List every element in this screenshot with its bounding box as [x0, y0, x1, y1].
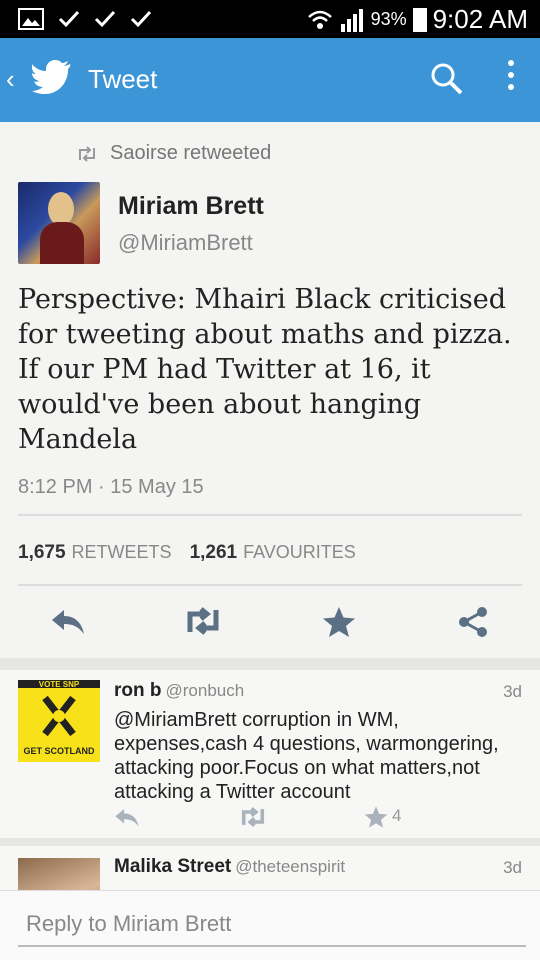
reply-time: 3d — [503, 682, 522, 701]
section-separator — [0, 838, 540, 846]
signal-icon — [340, 8, 363, 32]
reply-icon[interactable] — [50, 606, 86, 636]
divider — [18, 514, 522, 516]
check-icon — [130, 10, 152, 28]
tweet-actions — [0, 600, 540, 650]
tweet-stats: 1,675 RETWEETS 1,261 FAVOURITES — [18, 542, 356, 564]
author-avatar[interactable] — [18, 182, 100, 264]
avatar-banner-text: VOTE SNP — [18, 680, 100, 689]
favourite-star-icon[interactable] — [322, 606, 356, 638]
author-name[interactable]: Miriam Brett — [118, 192, 264, 221]
avatar-footer-text: GET SCOTLAND — [23, 746, 95, 756]
reply-time: 3d — [503, 858, 522, 877]
reply-text: @MiriamBrett corruption in WM, expenses,… — [114, 709, 499, 803]
tweet-timestamp: 8:12 PM · 15 May 15 — [18, 476, 204, 498]
check-icon — [94, 10, 116, 28]
retweets-stat[interactable]: 1,675 RETWEETS — [18, 542, 172, 564]
retweet-icon[interactable] — [238, 806, 268, 828]
back-chevron-icon[interactable]: ‹ — [6, 64, 15, 95]
retweeted-by-label: Saoirse retweeted — [110, 142, 272, 164]
author-handle[interactable]: @MiriamBrett — [118, 230, 253, 256]
retweet-icon — [79, 145, 95, 162]
reply-author-handle: @ronbuch — [165, 681, 245, 700]
favourites-stat[interactable]: 1,261 FAVOURITES — [190, 542, 356, 564]
retweets-label: RETWEETS — [71, 542, 172, 562]
reply-author-name: Malika Street — [114, 856, 232, 877]
retweet-context: Saoirse retweeted — [76, 142, 271, 165]
favourites-label: FAVOURITES — [243, 542, 356, 562]
retweets-count: 1,675 — [18, 542, 66, 563]
app-bar: ‹ Tweet — [0, 38, 540, 122]
retweet-icon[interactable] — [182, 606, 224, 636]
reply-avatar[interactable]: VOTE SNP GET SCOTLAND — [18, 680, 100, 762]
reply-item[interactable]: Malika Street @theteenspirit 3d — [0, 846, 540, 890]
page-title: Tweet — [88, 64, 158, 94]
tweet-text: Perspective: Mhairi Black criticised for… — [18, 284, 512, 455]
favourites-count: 1,261 — [189, 542, 238, 563]
check-icon — [58, 10, 80, 28]
tweet-detail: Saoirse retweeted Miriam Brett @MiriamBr… — [0, 122, 540, 960]
gallery-notification-icon — [18, 8, 44, 30]
clock: 9:02 AM — [432, 4, 528, 34]
reply-avatar[interactable] — [18, 858, 100, 890]
reply-input-underline — [18, 945, 526, 947]
snp-logo-icon — [42, 695, 76, 737]
reply-icon[interactable] — [114, 806, 140, 828]
status-bar: 93% 9:02 AM — [0, 0, 540, 38]
reply-author-handle: @theteenspirit — [235, 857, 346, 876]
share-icon[interactable] — [456, 606, 490, 638]
divider — [18, 584, 522, 586]
battery-percent: 93% — [370, 9, 407, 29]
twitter-bird-icon[interactable] — [32, 60, 72, 94]
search-icon[interactable] — [430, 62, 464, 96]
reply-favourites-count: 4 — [392, 806, 402, 825]
reply-actions: 4 — [114, 804, 434, 834]
favourite-star-icon[interactable] — [364, 805, 388, 829]
reply-author-name: ron b — [114, 680, 162, 701]
section-separator — [0, 658, 540, 670]
reply-item[interactable]: VOTE SNP GET SCOTLAND ron b @ronbuch 3d @… — [0, 670, 540, 838]
battery-icon — [412, 7, 427, 32]
more-options-icon[interactable] — [508, 60, 514, 90]
reply-author[interactable]: Malika Street @theteenspirit — [114, 856, 345, 878]
reply-input[interactable]: Reply to Miriam Brett — [26, 911, 231, 937]
wifi-icon — [307, 10, 332, 29]
reply-author[interactable]: ron b @ronbuch — [114, 680, 244, 702]
reply-composer[interactable]: Reply to Miriam Brett — [0, 890, 540, 960]
notification-icons — [18, 8, 152, 30]
